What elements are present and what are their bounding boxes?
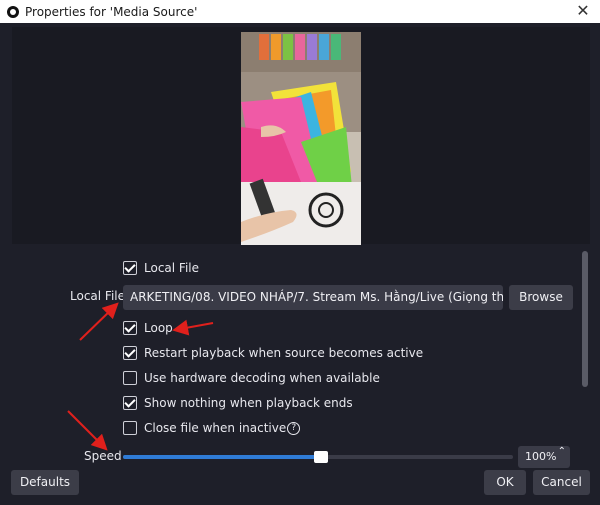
speed-slider-fill xyxy=(123,455,318,459)
restart-playback-checkbox[interactable] xyxy=(123,346,137,360)
cancel-button[interactable]: Cancel xyxy=(533,470,590,495)
video-preview-image xyxy=(241,32,361,245)
show-nothing-checkbox-row[interactable]: Show nothing when playback ends xyxy=(123,395,353,411)
show-nothing-label: Show nothing when playback ends xyxy=(144,396,353,410)
local-file-path-field[interactable]: ARKETING/08. VIDEO NHÁP/7. Stream Ms. Hằ… xyxy=(123,285,503,310)
help-circle-icon[interactable]: ? xyxy=(287,421,301,435)
spin-up-icon[interactable]: ⌃ xyxy=(558,441,566,463)
defaults-button[interactable]: Defaults xyxy=(11,470,79,495)
hardware-decoding-checkbox[interactable] xyxy=(123,371,137,385)
local-file-checkbox-row[interactable]: Local File xyxy=(123,260,199,276)
local-file-checkbox-label: Local File xyxy=(144,261,199,275)
title-bar: Properties for 'Media Source' ✕ xyxy=(0,0,600,23)
close-icon[interactable]: ✕ xyxy=(574,2,592,20)
loop-checkbox-label: Loop xyxy=(144,321,173,335)
loop-checkbox[interactable] xyxy=(123,321,137,335)
restart-playback-label: Restart playback when source becomes act… xyxy=(144,346,424,360)
show-nothing-checkbox[interactable] xyxy=(123,396,137,410)
restart-playback-checkbox-row[interactable]: Restart playback when source becomes act… xyxy=(123,345,423,361)
ok-button[interactable]: OK xyxy=(484,470,526,495)
annotation-arrow-loop xyxy=(172,319,214,336)
annotation-arrow-local-file xyxy=(79,302,119,341)
loop-checkbox-row[interactable]: Loop xyxy=(123,320,173,336)
close-file-checkbox[interactable] xyxy=(123,421,137,435)
local-file-checkbox[interactable] xyxy=(123,261,137,275)
speed-value: 100% xyxy=(525,450,557,463)
speed-slider[interactable] xyxy=(123,451,513,463)
hardware-decoding-label: Use hardware decoding when available xyxy=(144,371,380,385)
close-file-label: Close file when inactive xyxy=(144,421,287,435)
source-preview xyxy=(12,27,590,245)
speed-label: Speed xyxy=(84,449,122,463)
hardware-decoding-checkbox-row[interactable]: Use hardware decoding when available xyxy=(123,370,380,386)
annotation-arrow-speed xyxy=(67,410,108,451)
properties-scrollbar[interactable] xyxy=(582,251,588,387)
obs-logo-icon xyxy=(7,5,19,18)
window-title: Properties for 'Media Source' xyxy=(25,4,198,19)
local-file-label: Local File xyxy=(70,289,125,303)
close-file-checkbox-row[interactable]: Close file when inactive ? xyxy=(123,420,301,436)
speed-slider-handle[interactable] xyxy=(314,451,328,463)
speed-spinbox[interactable]: 100% ⌃ xyxy=(518,446,570,468)
browse-button[interactable]: Browse xyxy=(509,285,573,310)
